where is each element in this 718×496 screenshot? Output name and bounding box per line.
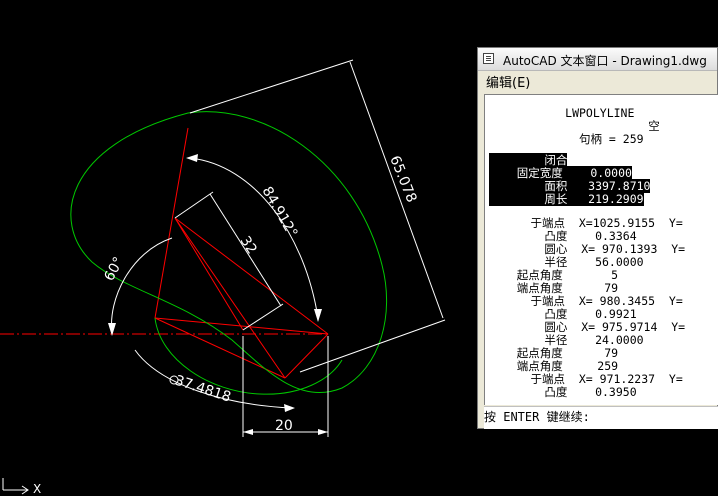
red-construction-lines <box>154 127 329 379</box>
closed-highlight: 闭合 <box>489 153 568 167</box>
dim32-ext-a <box>174 191 214 219</box>
red-line-b <box>174 217 286 379</box>
green-outline-outer <box>70 111 388 394</box>
dim65-ext-top <box>189 59 354 114</box>
ucs-icon <box>2 478 29 495</box>
red-line-c <box>154 317 329 335</box>
dimension-geometry <box>111 59 446 437</box>
dim65-ext-bottom <box>299 319 446 373</box>
dim-20-label: 20 <box>275 418 293 434</box>
dim32-ext-b <box>242 303 284 331</box>
arrow-20-right <box>318 429 328 435</box>
dim-angle-60-label: 60° <box>101 254 127 283</box>
text-window-menubar: 编辑(E) <box>478 71 717 91</box>
arrow-20-left <box>243 429 253 435</box>
text-window-titlebar[interactable]: AutoCAD 文本窗口 - Drawing1.dwg <box>478 48 717 71</box>
width-highlight: 固定宽度 0.0000 <box>489 166 632 180</box>
menu-edit[interactable]: 编辑(E) <box>486 72 530 91</box>
output-line-handle: 句柄 = 259 <box>489 132 644 146</box>
area-highlight: 面积 3397.8710 <box>489 179 651 193</box>
perimeter-highlight: 周长 219.2909 <box>489 192 644 206</box>
arrow-84-top <box>186 154 198 162</box>
text-window-app-icon[interactable] <box>483 53 494 64</box>
dim-angle-84-label: 84.912° <box>259 184 301 240</box>
autocad-text-window[interactable]: AutoCAD 文本窗口 - Drawing1.dwg 编辑(E) LWPOLY… <box>477 47 718 429</box>
ucs-x-axis-label: X <box>33 482 42 496</box>
dim-radius-label: 37.4818 <box>173 373 233 406</box>
output-line-bulge-3: 凸度 0.3950 <box>489 385 637 399</box>
red-line-top <box>154 127 189 319</box>
text-window-title: AutoCAD 文本窗口 - Drawing1.dwg <box>503 54 707 68</box>
arrow-radius-end <box>284 404 295 412</box>
dim65-line <box>349 61 444 319</box>
red-line-e <box>284 333 329 379</box>
red-line-f <box>174 217 244 331</box>
command-prompt[interactable]: 按 ENTER 键继续: <box>484 406 718 429</box>
dim-32-label: 32 <box>237 233 260 257</box>
output-line-perimeter: 周长 219.2909 <box>489 192 644 206</box>
arrow-84-bottom <box>314 309 322 322</box>
dim-angle-60-arc <box>111 237 173 333</box>
dim-65-label: 65.078 <box>386 154 419 205</box>
text-window-output[interactable]: LWPOLYLINE 空 句柄 = 259 闭合 固定宽度 0.0000 面积 … <box>484 94 718 405</box>
